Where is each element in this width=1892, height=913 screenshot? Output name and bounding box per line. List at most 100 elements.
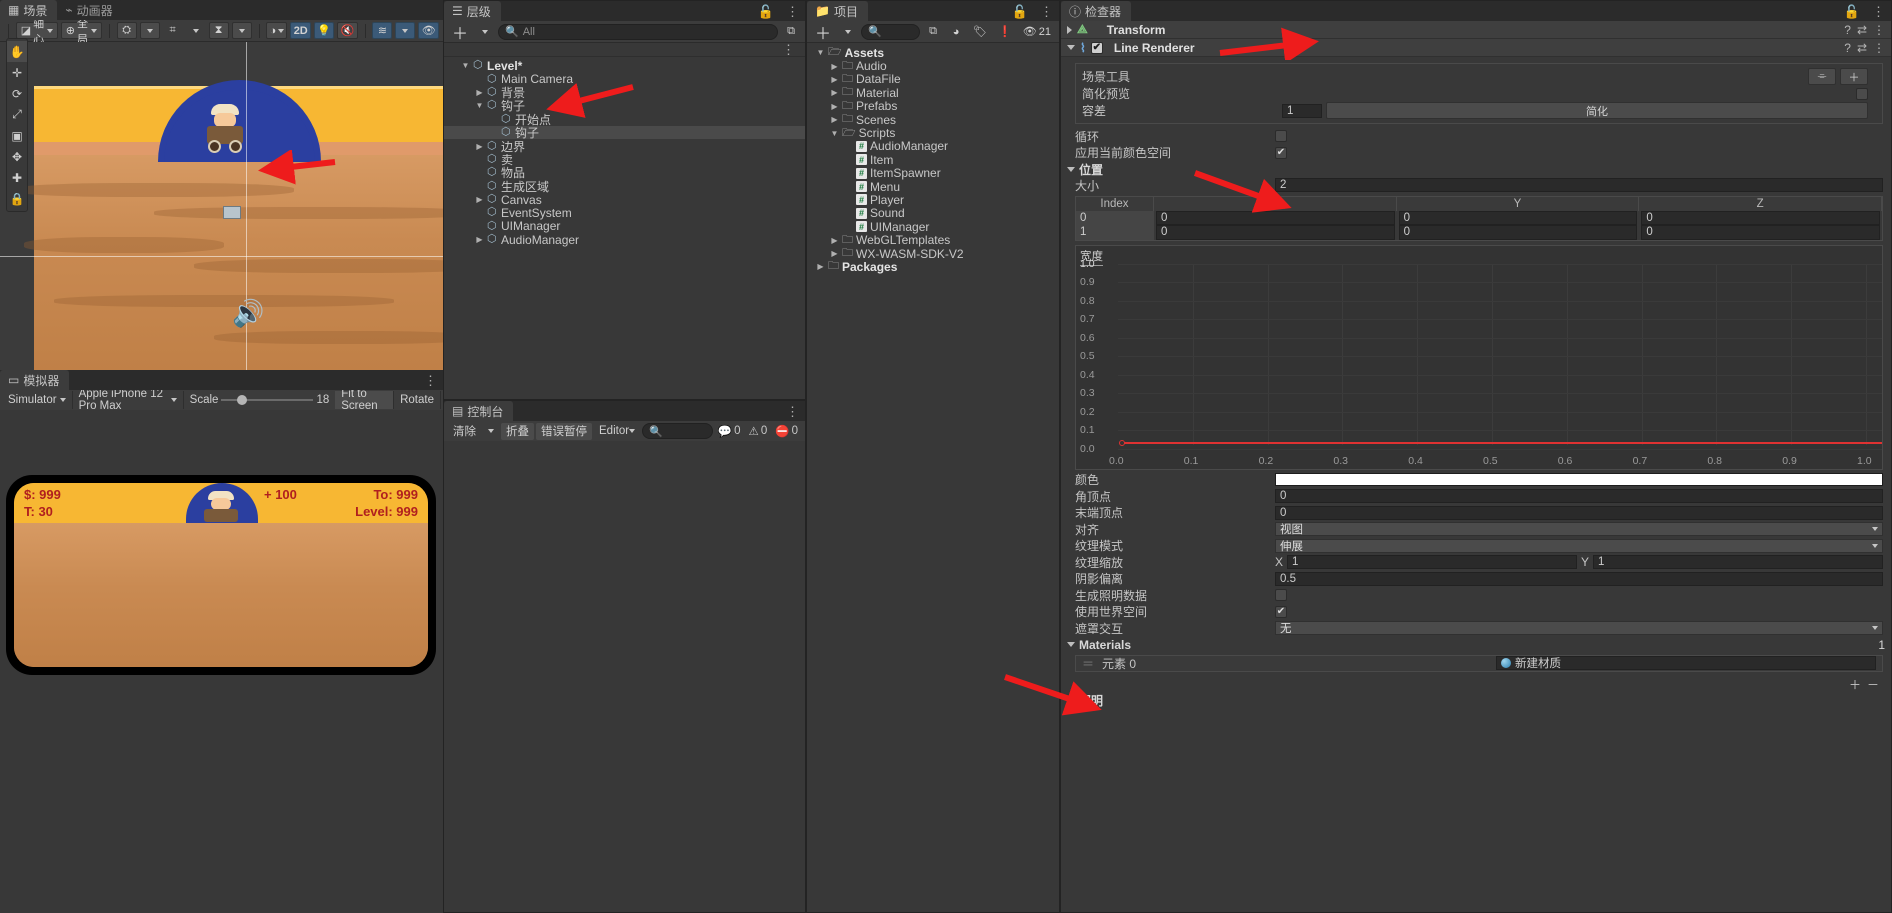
add-gameobject-dropdown[interactable] bbox=[475, 23, 495, 40]
project-item-16[interactable]: ▶ 🗀 Packages bbox=[807, 260, 1059, 274]
hierarchy-item-7[interactable]: ⬡ 卖 bbox=[444, 153, 805, 167]
tab-scene[interactable]: ▦ 场景 bbox=[0, 0, 58, 20]
simulator-mode-dropdown[interactable]: Simulator bbox=[2, 391, 73, 409]
tab-project[interactable]: 📁 项目 bbox=[807, 1, 868, 21]
hierarchy-row-menu-icon[interactable]: ⋮ bbox=[776, 41, 801, 59]
positions-table-row[interactable]: 0000 bbox=[1076, 210, 1882, 225]
property-dropdown[interactable]: 无 bbox=[1275, 621, 1883, 636]
inspector-lock-icon[interactable]: 🔓 bbox=[1838, 3, 1866, 21]
project-item-11[interactable]: # Player bbox=[807, 193, 1059, 207]
filter-warnings-icon[interactable]: ❗ bbox=[994, 23, 1016, 40]
chevron-right-icon[interactable]: ▶ bbox=[830, 62, 839, 71]
hierarchy-item-3[interactable]: ▼ ⬡ 钩子 bbox=[444, 99, 805, 113]
positions-y-input[interactable]: 0 bbox=[1398, 225, 1638, 240]
chevron-down-icon[interactable]: ▼ bbox=[475, 101, 484, 110]
scale-tool-icon[interactable]: ⤢ bbox=[7, 104, 27, 125]
help-icon[interactable]: ? bbox=[1844, 23, 1851, 37]
property-checkbox[interactable] bbox=[1275, 589, 1287, 602]
console-search-input[interactable]: 🔍 bbox=[642, 423, 713, 439]
warning-count[interactable]: ⚠ 0 bbox=[746, 424, 771, 438]
add-point-tool-button[interactable]: ＋ bbox=[1840, 68, 1868, 85]
x-input[interactable]: 1 bbox=[1287, 555, 1577, 570]
chevron-down-icon[interactable]: ▼ bbox=[830, 129, 839, 138]
view-options-button[interactable]: ⛭ bbox=[116, 22, 137, 39]
rotate-tool-icon[interactable]: ⟳ bbox=[7, 83, 27, 104]
chevron-right-icon[interactable]: ▶ bbox=[475, 235, 484, 244]
console-options-menu-icon[interactable]: ⋮ bbox=[780, 403, 805, 421]
edit-points-tool-button[interactable]: ⌯ bbox=[1808, 68, 1836, 85]
hierarchy-item-5[interactable]: ⬡ 钩子 bbox=[444, 125, 805, 140]
toggle-audio-button[interactable]: 🔇 bbox=[337, 22, 358, 39]
add-gameobject-button[interactable]: ＋ bbox=[448, 23, 472, 43]
hierarchy-item-11[interactable]: ⬡ EventSystem bbox=[444, 206, 805, 220]
width-curve-keyframe[interactable] bbox=[1119, 439, 1125, 446]
toggle-2d-button[interactable]: 2D bbox=[290, 22, 312, 39]
rotate-button[interactable]: Rotate bbox=[394, 391, 441, 409]
project-item-9[interactable]: # ItemSpawner bbox=[807, 166, 1059, 180]
grid-snap-button[interactable]: ⌗ bbox=[163, 22, 183, 39]
chevron-right-icon[interactable]: ▶ bbox=[816, 262, 825, 271]
tab-simulator[interactable]: ▭ 模拟器 bbox=[0, 370, 70, 390]
game-screen[interactable]: $: 999 T: 30 + 100 To: 999 Level: 999 bbox=[14, 483, 428, 667]
search-filter-button[interactable]: ⧉ bbox=[781, 23, 801, 40]
shading-mode-button[interactable]: ◑ bbox=[266, 22, 288, 39]
transform-tool-icon[interactable]: ✥ bbox=[7, 146, 27, 167]
simplify-preview-checkbox[interactable] bbox=[1856, 87, 1868, 100]
lock-tool-icon[interactable]: 🔒 bbox=[7, 188, 27, 209]
chevron-right-icon[interactable]: ▶ bbox=[475, 142, 484, 151]
fit-to-screen-button[interactable]: Fit to Screen bbox=[335, 388, 395, 412]
chevron-down-icon[interactable] bbox=[1067, 45, 1075, 50]
loop-checkbox[interactable] bbox=[1275, 130, 1287, 143]
line-renderer-component-header[interactable]: ⌇ ✔ Line Renderer ? ⇄ ⋮ bbox=[1061, 39, 1891, 57]
search-filter-button[interactable]: ⧉ bbox=[923, 23, 943, 40]
create-asset-dropdown[interactable] bbox=[838, 23, 858, 40]
create-asset-button[interactable]: ＋ bbox=[811, 23, 835, 43]
hierarchy-lock-icon[interactable]: 🔓 bbox=[752, 3, 780, 21]
simplify-button[interactable]: 简化 bbox=[1326, 102, 1868, 119]
editor-dropdown[interactable]: Editor bbox=[594, 423, 640, 440]
size-input[interactable]: 2 bbox=[1275, 178, 1883, 193]
color-space-checkbox[interactable]: ✔ bbox=[1275, 146, 1287, 159]
hierarchy-item-9[interactable]: ⬡ 生成区域 bbox=[444, 180, 805, 194]
tab-inspector[interactable]: ⓘ 检查器 bbox=[1061, 1, 1132, 21]
slider-knob[interactable] bbox=[237, 395, 248, 405]
scale-control[interactable]: Scale 18 bbox=[184, 391, 336, 409]
positions-x-input[interactable]: 0 bbox=[1156, 210, 1395, 225]
hierarchy-item-6[interactable]: ▶ ⬡ 边界 bbox=[444, 139, 805, 154]
line-renderer-enabled-checkbox[interactable]: ✔ bbox=[1090, 41, 1103, 54]
hierarchy-item-0[interactable]: ▼ ⬡ Level* bbox=[444, 59, 805, 73]
positions-z-input[interactable]: 0 bbox=[1641, 225, 1881, 240]
chevron-right-icon[interactable]: ▶ bbox=[830, 236, 839, 245]
materials-foldout[interactable]: Materials 1 bbox=[1061, 637, 1891, 653]
hierarchy-item-13[interactable]: ▶ ⬡ AudioManager bbox=[444, 233, 805, 247]
tab-hierarchy[interactable]: ☰ 层级 bbox=[444, 1, 501, 21]
collapse-button[interactable]: 折叠 bbox=[501, 422, 534, 440]
positions-foldout[interactable]: 位置 bbox=[1061, 161, 1891, 177]
preset-icon[interactable]: ⇄ bbox=[1857, 41, 1867, 55]
help-icon[interactable]: ? bbox=[1844, 41, 1851, 55]
tab-console[interactable]: ▤ 控制台 bbox=[444, 401, 514, 421]
device-dropdown[interactable]: Apple iPhone 12 Pro Max bbox=[73, 388, 184, 412]
error-count[interactable]: ⛔ 0 bbox=[772, 424, 801, 438]
project-item-10[interactable]: # Menu bbox=[807, 180, 1059, 194]
hierarchy-search-input[interactable]: 🔍 All bbox=[498, 23, 778, 40]
positions-y-input[interactable]: 0 bbox=[1398, 210, 1638, 225]
hook-object[interactable] bbox=[223, 206, 241, 219]
project-tree[interactable]: ▼ 🗁 Assets ▶ 🗀 Audio ▶ 🗀 DataFile ▶ 🗀 Material ▶ 🗀 Pre… bbox=[807, 43, 1059, 274]
hierarchy-tree[interactable]: ▼ ⬡ Level* ⬡ Main Camera ▶ ⬡ 背景 ▼ ⬡ 钩子 ⬡ 开始点 ⬡ 钩子 ▶ ⬡ 边界 ⬡… bbox=[444, 57, 805, 247]
add-material-button[interactable]: ＋ bbox=[1849, 676, 1861, 693]
toggle-lighting-button[interactable]: 💡 bbox=[314, 22, 335, 39]
positions-z-input[interactable]: 0 bbox=[1641, 210, 1881, 225]
chevron-right-icon[interactable]: ▶ bbox=[830, 88, 839, 97]
project-item-8[interactable]: # Item bbox=[807, 153, 1059, 167]
remove-material-button[interactable]: － bbox=[1867, 676, 1879, 693]
positions-table-body[interactable]: 00001000 bbox=[1076, 210, 1882, 240]
hierarchy-item-12[interactable]: ⬡ UIManager bbox=[444, 219, 805, 233]
tolerance-input[interactable]: 1 bbox=[1282, 103, 1322, 118]
property-input[interactable]: 0 bbox=[1275, 505, 1883, 520]
global-button[interactable]: ⊕ 全局 bbox=[60, 18, 102, 46]
chevron-right-icon[interactable]: ▶ bbox=[475, 195, 484, 204]
hierarchy-item-8[interactable]: ⬡ 物品 bbox=[444, 166, 805, 180]
project-item-12[interactable]: # Sound bbox=[807, 206, 1059, 220]
transform-component-header[interactable]: ⟁ Transform ? ⇄ ⋮ bbox=[1061, 21, 1891, 39]
